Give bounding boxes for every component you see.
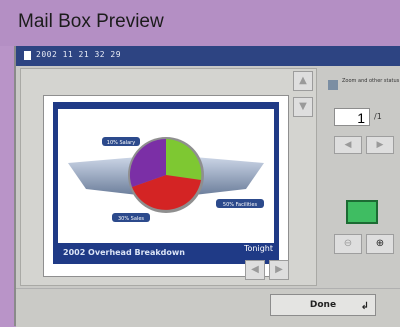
color-indicator [346, 200, 378, 224]
zoom-in-button[interactable]: ⊕ [366, 234, 394, 254]
pie-graphic: 10% Salary 50% Facilities 30% Sales [68, 137, 264, 222]
zoom-in-icon: ⊕ [375, 238, 385, 249]
slide-logo: Tonight [244, 244, 273, 253]
action-bar: Done ↲ [16, 288, 400, 327]
next-page-button[interactable]: ▶ [366, 136, 394, 154]
slide-thumbnail: 10% Salary 50% Facilities 30% Sales 2002… [53, 102, 279, 264]
prev-page-button[interactable]: ◀ [334, 136, 362, 154]
scroll-down-icon: ▼ [299, 101, 307, 112]
scroll-down-button[interactable]: ▼ [293, 97, 313, 117]
enter-icon: ↲ [360, 301, 369, 312]
callout-text-3: 30% Sales [118, 216, 144, 222]
callout-text-1: 10% Salary [107, 140, 135, 146]
chevron-left-icon: ◀ [344, 140, 352, 150]
mailbox-preview-window: 2002 11 21 32 29 10% Salary 50% Faciliti… [14, 46, 400, 327]
page-prev-button[interactable]: ◀ [245, 260, 265, 280]
preview-frame: 10% Salary 50% Facilities 30% Sales 2002… [43, 95, 289, 277]
page-total-label: /1 [374, 112, 382, 121]
window-title: Mail Box Preview [18, 11, 164, 32]
preview-pane: 10% Salary 50% Facilities 30% Sales 2002… [20, 68, 317, 286]
status-caption: Zoom and other status [342, 78, 400, 84]
right-wing-shape [194, 157, 264, 195]
page-number-field[interactable]: 1 [334, 108, 370, 126]
done-label: Done [309, 300, 337, 310]
slide-title: 2002 Overhead Breakdown [63, 248, 185, 257]
left-wing-shape [68, 157, 138, 195]
title-bar: Mail Box Preview [0, 0, 400, 46]
document-name: 2002 11 21 32 29 [36, 50, 122, 59]
document-header: 2002 11 21 32 29 [16, 46, 400, 66]
pie-slice-green [166, 139, 202, 180]
callout-text-2: 50% Facilities [223, 202, 258, 208]
chevron-right-icon: ▶ [275, 264, 283, 275]
settings-icon [328, 80, 338, 90]
chevron-left-icon: ◀ [251, 264, 259, 275]
zoom-out-icon: ⊖ [343, 238, 353, 249]
page-next-button[interactable]: ▶ [269, 260, 289, 280]
chevron-right-icon: ▶ [376, 140, 384, 150]
done-button[interactable]: Done ↲ [270, 294, 376, 316]
scroll-up-button[interactable]: ▲ [293, 71, 313, 91]
scroll-up-icon: ▲ [299, 75, 307, 86]
document-icon [24, 51, 31, 60]
zoom-out-button[interactable]: ⊖ [334, 234, 362, 254]
control-pane: Zoom and other status 1 /1 ◀ ▶ ⊖ ⊕ [322, 68, 400, 284]
slide-canvas: 10% Salary 50% Facilities 30% Sales [58, 109, 274, 243]
